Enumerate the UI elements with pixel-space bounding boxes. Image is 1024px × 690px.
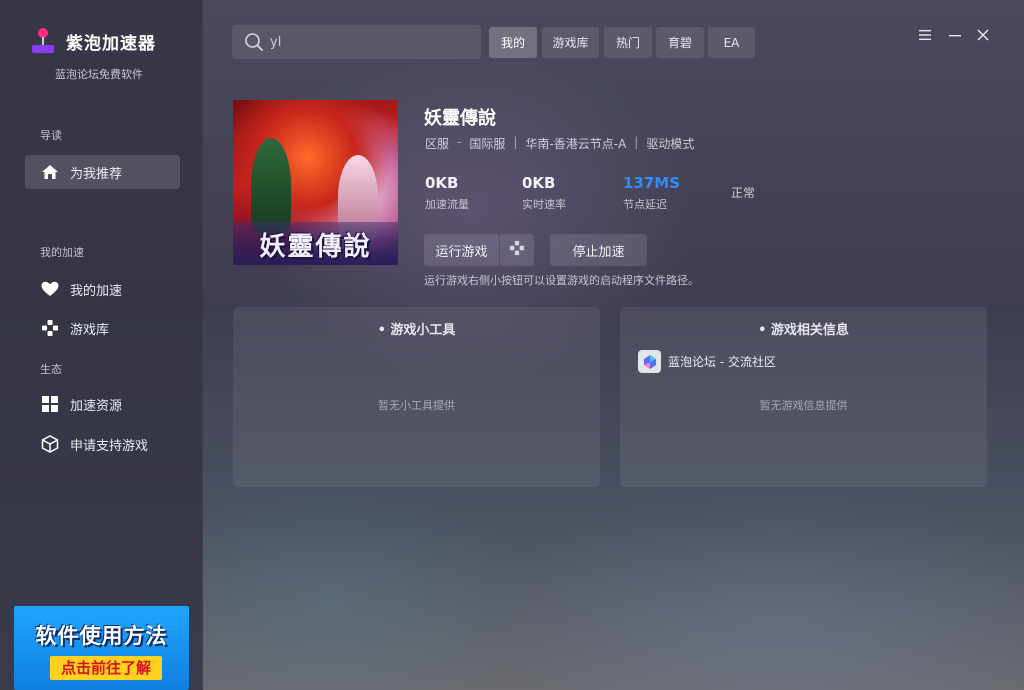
minimize-icon[interactable] <box>946 26 964 44</box>
stat-value: 0KB <box>522 174 556 192</box>
app-subtitle: 蓝泡论坛免费软件 <box>55 68 143 81</box>
stop-boost-button[interactable]: 停止加速 <box>550 234 647 266</box>
stat-latency: 137MS 节点延迟 <box>623 174 680 212</box>
sidebar-item-label: 申请支持游戏 <box>70 438 149 454</box>
tab-ea[interactable]: EA <box>708 27 755 58</box>
search-box[interactable] <box>232 25 481 59</box>
game-tools-panel: • 游戏小工具 暂无小工具提供 <box>233 307 600 487</box>
sidebar-item-label: 加速资源 <box>70 398 123 414</box>
section-label-ecosystem: 生态 <box>40 363 62 376</box>
launch-hint: 运行游戏右侧小按钮可以设置游戏的启动程序文件路径。 <box>424 274 699 287</box>
tutorial-promo-banner[interactable]: 软件使用方法 点击前往了解 <box>14 606 189 690</box>
empty-message: 暂无小工具提供 <box>378 399 455 412</box>
gamepad-icon <box>509 240 525 260</box>
empty-message: 暂无游戏信息提供 <box>759 399 848 412</box>
search-icon <box>244 32 264 52</box>
game-meta: 区服 - 国际服 | 华南-香港云节点-A | 驱动模式 <box>425 135 694 152</box>
forum-link[interactable]: 蓝泡论坛 - 交流社区 <box>638 350 776 373</box>
stat-rate: 0KB 实时速率 <box>522 174 566 212</box>
app-window: 紫泡加速器 蓝泡论坛免费软件 导读 为我推荐 我的加速 我的加速 游戏库 生态 <box>0 0 1024 690</box>
stat-label: 实时速率 <box>522 198 566 211</box>
sidebar: 紫泡加速器 蓝泡论坛免费软件 导读 为我推荐 我的加速 我的加速 游戏库 生态 <box>0 0 203 690</box>
forum-link-label: 蓝泡论坛 - 交流社区 <box>668 355 776 369</box>
cover-title-art: 妖靈傳說 <box>259 232 372 262</box>
sidebar-item-my-boost[interactable]: 我的加速 <box>25 272 180 306</box>
stat-value: 0KB <box>425 174 459 192</box>
sidebar-item-request-game[interactable]: 申请支持游戏 <box>25 427 180 461</box>
forum-logo-icon <box>638 350 661 373</box>
sidebar-item-game-library[interactable]: 游戏库 <box>25 311 180 345</box>
sidebar-item-label: 为我推荐 <box>70 166 123 182</box>
promo-title: 软件使用方法 <box>35 624 168 648</box>
stat-label: 加速流量 <box>425 198 469 211</box>
meta-region-label: 区服 <box>425 137 450 151</box>
menu-icon[interactable] <box>916 26 934 44</box>
section-label-my-boost: 我的加速 <box>40 246 84 259</box>
status-text: 正常 <box>731 186 756 200</box>
meta-mode: 驱动模式 <box>646 137 695 151</box>
sidebar-item-label: 我的加速 <box>70 283 123 299</box>
panel-title: • 游戏小工具 <box>377 323 456 338</box>
grid-icon <box>40 394 60 414</box>
tab-game-library[interactable]: 游戏库 <box>542 27 599 58</box>
cube-icon <box>40 434 60 454</box>
tab-hot[interactable]: 热门 <box>604 27 652 58</box>
tab-ubisoft[interactable]: 育碧 <box>656 27 704 58</box>
meta-node: 华南-香港云节点-A <box>525 137 627 151</box>
close-icon[interactable] <box>974 26 992 44</box>
sidebar-item-resources[interactable]: 加速资源 <box>25 387 180 421</box>
sidebar-item-label: 游戏库 <box>70 322 110 338</box>
app-name: 紫泡加速器 <box>66 33 156 54</box>
tab-mine[interactable]: 我的 <box>489 27 537 58</box>
game-title: 妖靈傳說 <box>424 108 496 129</box>
run-game-button[interactable]: 运行游戏 <box>424 234 499 266</box>
stat-traffic: 0KB 加速流量 <box>425 174 469 212</box>
meta-server: 国际服 <box>469 137 506 151</box>
meta-separator: - <box>457 135 462 149</box>
promo-cta: 点击前往了解 <box>50 656 162 680</box>
sidebar-item-recommend[interactable]: 为我推荐 <box>25 155 180 189</box>
meta-separator: | <box>513 135 518 149</box>
heart-icon <box>40 279 60 299</box>
joystick-icon <box>30 28 56 54</box>
launch-settings-button[interactable] <box>500 234 534 266</box>
gamepad-icon <box>40 318 60 338</box>
home-icon <box>40 162 60 182</box>
game-cover-image: 妖靈傳說 <box>233 100 398 265</box>
game-info-panel: • 游戏相关信息 蓝泡论坛 - 交流社区 暂无游戏信息提供 <box>620 307 987 487</box>
meta-separator: | <box>634 135 639 149</box>
app-logo: 紫泡加速器 <box>30 28 156 54</box>
search-input[interactable] <box>270 34 470 50</box>
stat-value: 137MS <box>623 174 681 192</box>
stat-label: 节点延迟 <box>623 198 667 211</box>
panel-title: • 游戏相关信息 <box>758 323 849 338</box>
section-label-guide: 导读 <box>40 129 62 142</box>
